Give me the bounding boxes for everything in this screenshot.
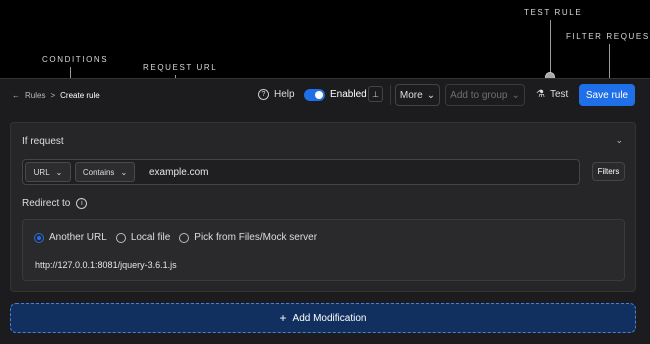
rule-card: If request ⌄ URL ⌄ Contains ⌄ example.co…: [10, 122, 636, 292]
chevron-down-icon: ⌄: [120, 167, 128, 177]
help-label: Help: [274, 89, 295, 100]
info-icon[interactable]: i: [76, 198, 88, 209]
if-request-heading: If request: [22, 136, 64, 147]
toolbar-divider: [390, 85, 391, 105]
radio-label: Another URL: [49, 232, 107, 243]
radio-label: Local file: [130, 232, 171, 243]
request-url-input[interactable]: example.com: [149, 167, 208, 178]
editor-topbar: ← Rules > Create rule ? Help Enabled ⊥ M…: [0, 79, 650, 113]
radio-pick-from-files[interactable]: Pick from Files/Mock server: [179, 232, 317, 243]
plus-icon: +: [279, 311, 287, 325]
radio-label: Pick from Files/Mock server: [194, 232, 318, 243]
filters-button[interactable]: Filters: [592, 162, 625, 181]
flask-icon: ⚗: [536, 89, 545, 100]
help-button[interactable]: ? Help: [258, 89, 295, 100]
callout-filter-requests: FILTER REQUESTS: [566, 32, 650, 41]
operator-select[interactable]: Contains ⌄: [75, 162, 135, 182]
redirect-box: Another URL Local file Pick from Files/M…: [22, 219, 625, 281]
test-button[interactable]: ⚗ Test: [536, 89, 568, 100]
more-dropdown[interactable]: More ⌄: [395, 84, 440, 106]
add-to-group-label: Add to group: [450, 89, 508, 101]
callout-test-rule: TEST RULE: [524, 8, 583, 17]
add-modification-button[interactable]: + Add Modification: [10, 303, 636, 333]
breadcrumb-separator: >: [50, 91, 56, 100]
breadcrumb-current: Create rule: [60, 91, 100, 100]
rule-editor-panel: ← Rules > Create rule ? Help Enabled ⊥ M…: [0, 78, 650, 344]
add-to-group-dropdown[interactable]: Add to group ⌄: [445, 84, 525, 106]
breadcrumb: ← Rules > Create rule: [12, 91, 100, 100]
callout-request-url: REQUEST URL: [143, 63, 218, 72]
radio-button-icon: [179, 232, 190, 243]
radio-button-icon: [115, 232, 126, 243]
chevron-down-icon[interactable]: ⌄: [615, 135, 623, 146]
help-icon: ?: [258, 89, 269, 100]
callout-conditions: CONDITIONS: [42, 55, 109, 64]
radio-button-icon: [34, 232, 44, 243]
back-arrow-icon[interactable]: ←: [12, 91, 20, 100]
breadcrumb-rules-link[interactable]: Rules: [25, 91, 45, 100]
chevron-down-icon: ⌄: [55, 167, 63, 177]
redirect-to-label: Redirect to: [22, 198, 71, 209]
add-modification-label: Add Modification: [292, 312, 367, 324]
enabled-toggle[interactable]: [304, 89, 325, 101]
operator-select-value: Contains: [82, 167, 115, 177]
save-rule-button[interactable]: Save rule: [579, 84, 635, 106]
callout-test-rule-line: [550, 20, 551, 73]
test-label: Test: [549, 89, 569, 100]
radio-local-file[interactable]: Local file: [115, 232, 171, 243]
request-url-row: URL ⌄ Contains ⌄ example.com: [22, 159, 580, 185]
field-select-value: URL: [33, 167, 50, 177]
redirect-type-radios: Another URL Local file Pick from Files/M…: [34, 232, 317, 243]
redirect-to-heading: Redirect to i: [22, 198, 88, 209]
radio-another-url[interactable]: Another URL: [34, 232, 107, 243]
chevron-down-icon: ⌄: [426, 89, 436, 101]
redirect-target-url-input[interactable]: http://127.0.0.1:8081/jquery-3.6.1.js: [35, 260, 177, 270]
enabled-label: Enabled: [330, 89, 367, 100]
pin-icon[interactable]: ⊥: [368, 86, 383, 102]
chevron-down-icon: ⌄: [511, 89, 520, 101]
more-label: More: [399, 89, 423, 101]
field-select[interactable]: URL ⌄: [25, 162, 71, 182]
